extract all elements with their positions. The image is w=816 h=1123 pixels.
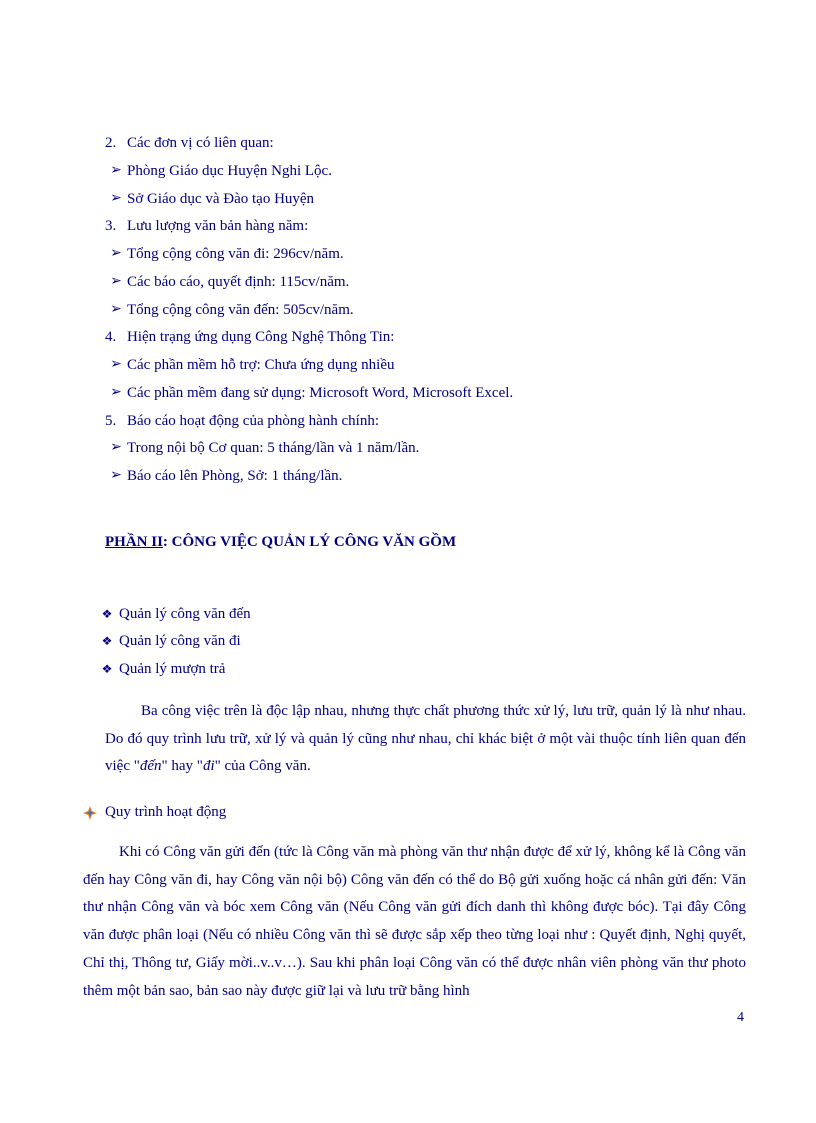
outline-list: 2.Các đơn vị có liên quan:➢Phòng Giáo dụ… [105, 130, 746, 491]
diamond-icon: ❖ [95, 630, 119, 652]
list-item-text: Hiện trạng ứng dụng Công Nghệ Thông Tin: [127, 324, 746, 352]
list-item-text: Tổng cộng công văn đi: 296cv/năm. [127, 241, 746, 269]
list-item-text: Tổng cộng công văn đến: 505cv/năm. [127, 297, 746, 325]
para1-em2: đi [203, 758, 215, 774]
process-heading: Quy trình hoạt động [75, 799, 746, 827]
para1-post: " của Công văn. [215, 758, 311, 774]
diamond-icon: ❖ [95, 658, 119, 680]
arrow-icon: ➢ [105, 241, 127, 267]
heading-sep: : [163, 534, 172, 550]
paragraph-1: Ba công việc trên là độc lập nhau, nhưng… [105, 698, 746, 781]
list-item: ➢Các báo cáo, quyết định: 115cv/năm. [105, 269, 746, 297]
list-item: ➢Các phần mềm đang sử dụng: Microsoft Wo… [105, 380, 746, 408]
number-marker: 3. [105, 213, 127, 241]
diamond-text: Quản lý mượn trả [119, 656, 225, 684]
list-item-text: Các phần mềm hỗ trợ: Chưa ứng dụng nhiều [127, 352, 746, 380]
list-item-text: Các phần mềm đang sử dụng: Microsoft Wor… [127, 380, 746, 408]
arrow-icon: ➢ [105, 297, 127, 323]
list-item: 3.Lưu lượng văn bản hàng năm: [105, 213, 746, 241]
arrow-icon: ➢ [105, 269, 127, 295]
arrow-icon: ➢ [105, 463, 127, 489]
arrow-icon: ➢ [105, 380, 127, 406]
number-marker: 4. [105, 324, 127, 352]
number-marker: 5. [105, 408, 127, 436]
plus-label: Quy trình hoạt động [105, 799, 226, 827]
list-item-text: Phòng Giáo dục Huyện Nghi Lộc. [127, 158, 746, 186]
list-item: ➢Tổng cộng công văn đi: 296cv/năm. [105, 241, 746, 269]
arrow-icon: ➢ [105, 158, 127, 184]
heading-title: CÔNG VIỆC QUẢN LÝ CÔNG VĂN GỒM [172, 534, 456, 550]
page-number: 4 [737, 1010, 744, 1026]
list-item-text: Báo cáo lên Phòng, Sở: 1 tháng/lần. [127, 463, 746, 491]
diamond-item: ❖Quản lý mượn trả [95, 656, 746, 684]
list-item: 2.Các đơn vị có liên quan: [105, 130, 746, 158]
document-page: 2.Các đơn vị có liên quan:➢Phòng Giáo dụ… [0, 0, 816, 1005]
list-item-text: Các đơn vị có liên quan: [127, 130, 746, 158]
list-item-text: Sở Giáo dục và Đào tạo Huyện [127, 186, 746, 214]
list-item: ➢Trong nội bộ Cơ quan: 5 tháng/lần và 1 … [105, 435, 746, 463]
diamond-icon: ❖ [95, 603, 119, 625]
diamond-text: Quản lý công văn đến [119, 601, 251, 629]
list-item-text: Trong nội bộ Cơ quan: 5 tháng/lần và 1 n… [127, 435, 746, 463]
diamond-text: Quản lý công văn đi [119, 628, 241, 656]
list-item: ➢Báo cáo lên Phòng, Sở: 1 tháng/lần. [105, 463, 746, 491]
arrow-icon: ➢ [105, 186, 127, 212]
list-item-text: Các báo cáo, quyết định: 115cv/năm. [127, 269, 746, 297]
diamond-item: ❖Quản lý công văn đến [95, 601, 746, 629]
list-item: ➢Sở Giáo dục và Đào tạo Huyện [105, 186, 746, 214]
list-item-text: Báo cáo hoạt động của phòng hành chính: [127, 408, 746, 436]
heading-label: PHẦN II [105, 534, 163, 550]
diamond-item: ❖Quản lý công văn đi [95, 628, 746, 656]
list-item: ➢Tổng cộng công văn đến: 505cv/năm. [105, 297, 746, 325]
list-item-text: Lưu lượng văn bản hàng năm: [127, 213, 746, 241]
plus-icon [75, 806, 105, 820]
list-item: ➢Các phần mềm hỗ trợ: Chưa ứng dụng nhiề… [105, 352, 746, 380]
para1-em1: đến [140, 758, 162, 774]
number-marker: 2. [105, 130, 127, 158]
list-item: 4.Hiện trạng ứng dụng Công Nghệ Thông Ti… [105, 324, 746, 352]
diamond-list: ❖Quản lý công văn đến❖Quản lý công văn đ… [105, 601, 746, 684]
list-item: 5.Báo cáo hoạt động của phòng hành chính… [105, 408, 746, 436]
section-heading: PHẦN II: CÔNG VIỆC QUẢN LÝ CÔNG VĂN GỒM [105, 529, 746, 557]
list-item: ➢Phòng Giáo dục Huyện Nghi Lộc. [105, 158, 746, 186]
paragraph-2: Khi có Công văn gửi đến (tức là Công văn… [83, 839, 746, 1006]
arrow-icon: ➢ [105, 352, 127, 378]
arrow-icon: ➢ [105, 435, 127, 461]
para1-mid: " hay " [162, 758, 203, 774]
